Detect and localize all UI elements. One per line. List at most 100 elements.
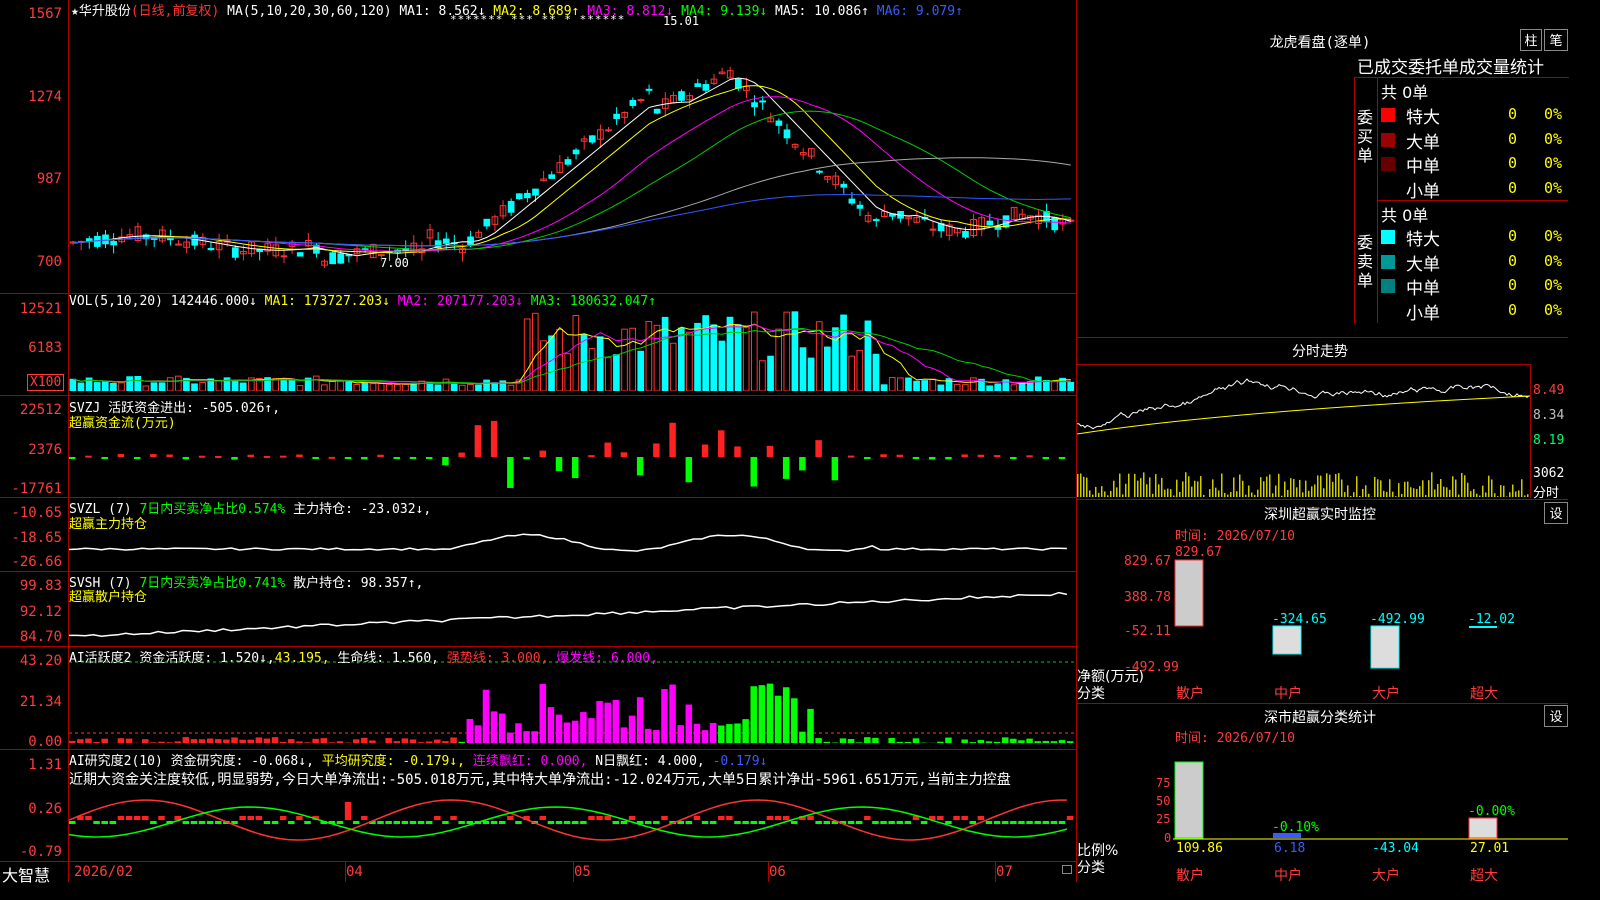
flow-bar: [750, 457, 757, 487]
minute-volume-bar: [1491, 479, 1493, 497]
svzl-tick-1: -10.65: [11, 505, 62, 521]
class-settings-button[interactable]: 设: [1544, 705, 1568, 727]
class-chart[interactable]: [1173, 760, 1568, 842]
flow-bar: [896, 454, 904, 457]
volume-bar: [759, 360, 766, 391]
activity-bar: [450, 737, 457, 743]
bar-mode-button[interactable]: 柱: [1520, 29, 1542, 51]
lock-icon[interactable]: [1062, 865, 1072, 874]
class-cat-2: 中户: [1274, 868, 1302, 884]
activity-bar: [474, 725, 482, 743]
activity-bar: [823, 741, 830, 743]
vol-tick-1: 12521: [19, 301, 62, 317]
flow-bar: [1058, 457, 1066, 459]
price-line: [1077, 378, 1530, 430]
candle-body: [175, 243, 182, 246]
minute-volume-bar: [1308, 490, 1310, 497]
minute-volume-bar: [1104, 491, 1106, 497]
volume-bar: [507, 384, 515, 391]
research-bar: [815, 821, 822, 824]
minute-volume-bar: [1278, 473, 1280, 497]
activity-bar: [206, 738, 214, 743]
brand-logo[interactable]: 大智慧: [2, 862, 50, 886]
svsh-chart[interactable]: [69, 585, 1075, 645]
svzj-chart[interactable]: [69, 400, 1075, 495]
volume-bar: [385, 383, 393, 391]
candlestick-chart[interactable]: [69, 18, 1075, 288]
monitor-settings-button[interactable]: 设: [1544, 502, 1568, 524]
volume-bar: [824, 346, 831, 391]
minute-volume-bar: [1383, 490, 1385, 497]
research-bar: [880, 821, 887, 824]
date-label-2: 04: [346, 864, 363, 880]
svzl-chart[interactable]: [69, 510, 1075, 570]
minute-volume-bar: [1266, 476, 1268, 497]
minute-volume-bar: [1458, 494, 1460, 497]
sell-row-name: 特大: [1406, 230, 1440, 250]
volume-bar: [783, 311, 791, 391]
adjust-mode[interactable]: (日线,前复权): [131, 4, 219, 19]
research-bar: [807, 816, 814, 820]
activity-bar: [855, 742, 863, 743]
volume-bar: [880, 384, 888, 391]
class-val-1: 109.86: [1176, 841, 1223, 856]
ma-group[interactable]: MA(5,10,20,30,60,120): [227, 4, 391, 19]
volume-bar: [897, 377, 904, 391]
minute-volume-bar: [1368, 493, 1370, 497]
research-bar: [661, 816, 668, 820]
volume-bar: [369, 382, 377, 391]
candle-body: [110, 241, 117, 246]
research-bar: [417, 821, 425, 824]
ai2-header: AI研究度2(10) 资金研究度: -0.068↓, 平均研究度: -0.179…: [69, 750, 767, 769]
fenshi-chart[interactable]: [1077, 366, 1530, 497]
research-bar: [69, 821, 76, 824]
minute-volume-bar: [1509, 492, 1511, 497]
minute-volume-bar: [1242, 480, 1244, 497]
minute-volume-bar: [1083, 476, 1085, 497]
svzl-line: [69, 533, 1067, 552]
date-label-1: 2026/02: [74, 864, 134, 880]
monitor-chart[interactable]: [1173, 540, 1568, 680]
activity-bar: [425, 741, 433, 743]
activity-bar: [937, 741, 944, 743]
ai2-d: N日飘红: 4.000,: [595, 754, 705, 769]
activity-bar: [1042, 740, 1050, 743]
volume-bar: [548, 335, 555, 391]
research-bar: [1001, 821, 1009, 824]
research-bar: [953, 816, 960, 820]
activity-bar: [547, 707, 555, 743]
minute-volume-bar: [1152, 493, 1154, 497]
volume-bar: [986, 385, 993, 391]
research-bar: [215, 821, 222, 824]
flow-bar: [815, 440, 822, 457]
research-bar: [766, 816, 774, 820]
research-bar: [937, 816, 944, 820]
activity-bar: [490, 711, 498, 743]
pen-mode-button[interactable]: 笔: [1544, 29, 1568, 51]
svzl-tick-2: -18.65: [11, 530, 62, 546]
ai2-chart[interactable]: [69, 780, 1075, 860]
buy-row-value: 0: [1508, 154, 1518, 172]
svzl-tick-3: -26.66: [11, 554, 62, 570]
activity-bar: [612, 699, 620, 743]
favorite-star-icon[interactable]: ★: [71, 4, 79, 19]
volume-bar: [166, 377, 174, 391]
minute-volume-bar: [1311, 486, 1313, 497]
activity-bar: [1050, 741, 1058, 743]
monitor-title: 深圳超赢实时监控: [1264, 507, 1376, 523]
activity-bar: [271, 737, 279, 743]
activity-bar: [409, 739, 417, 743]
ai2-label: AI研究度2(10): [69, 754, 163, 769]
flow-bar: [328, 456, 336, 459]
activity-bar: [750, 686, 757, 743]
lhb-title: 龙虎看盘(逐单): [1269, 35, 1371, 51]
ai1-chart[interactable]: [69, 655, 1075, 747]
minute-volume-bar: [1365, 485, 1367, 497]
volume-bar: [450, 383, 458, 391]
minute-volume-bar: [1134, 473, 1136, 497]
research-bar: [344, 802, 352, 820]
minute-volume-bar: [1272, 493, 1274, 497]
research-bar: [247, 816, 254, 820]
minute-volume-bar: [1353, 492, 1355, 497]
volume-chart[interactable]: [69, 305, 1075, 391]
